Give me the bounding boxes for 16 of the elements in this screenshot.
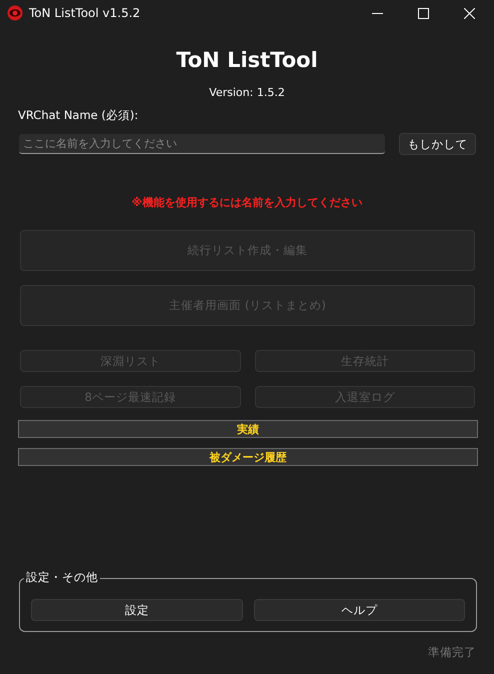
status-text: 準備完了: [428, 645, 476, 660]
app-title: ToN ListTool: [176, 48, 318, 72]
name-label: VRChat Name (必須):: [18, 108, 138, 123]
maximize-icon[interactable]: [418, 8, 429, 18]
suggest-button[interactable]: もしかして: [399, 133, 476, 155]
app-logo-icon: [7, 5, 23, 21]
close-icon[interactable]: [464, 8, 475, 18]
record-button[interactable]: 実績: [18, 420, 478, 438]
name-input-field[interactable]: ここに名前を入力してください: [19, 134, 385, 154]
group-legend: 設定・その他: [24, 570, 100, 585]
help-button[interactable]: ヘルプ: [254, 599, 465, 621]
version-label: Version: 1.5.2: [209, 86, 285, 99]
record-button[interactable]: 被ダメージ履歴: [18, 448, 478, 466]
warning-message: ※機能を使用するには名前を入力してください: [132, 195, 362, 210]
settings-button[interactable]: 設定: [31, 599, 242, 621]
window-title: ToN ListTool v1.5.2: [29, 6, 140, 20]
